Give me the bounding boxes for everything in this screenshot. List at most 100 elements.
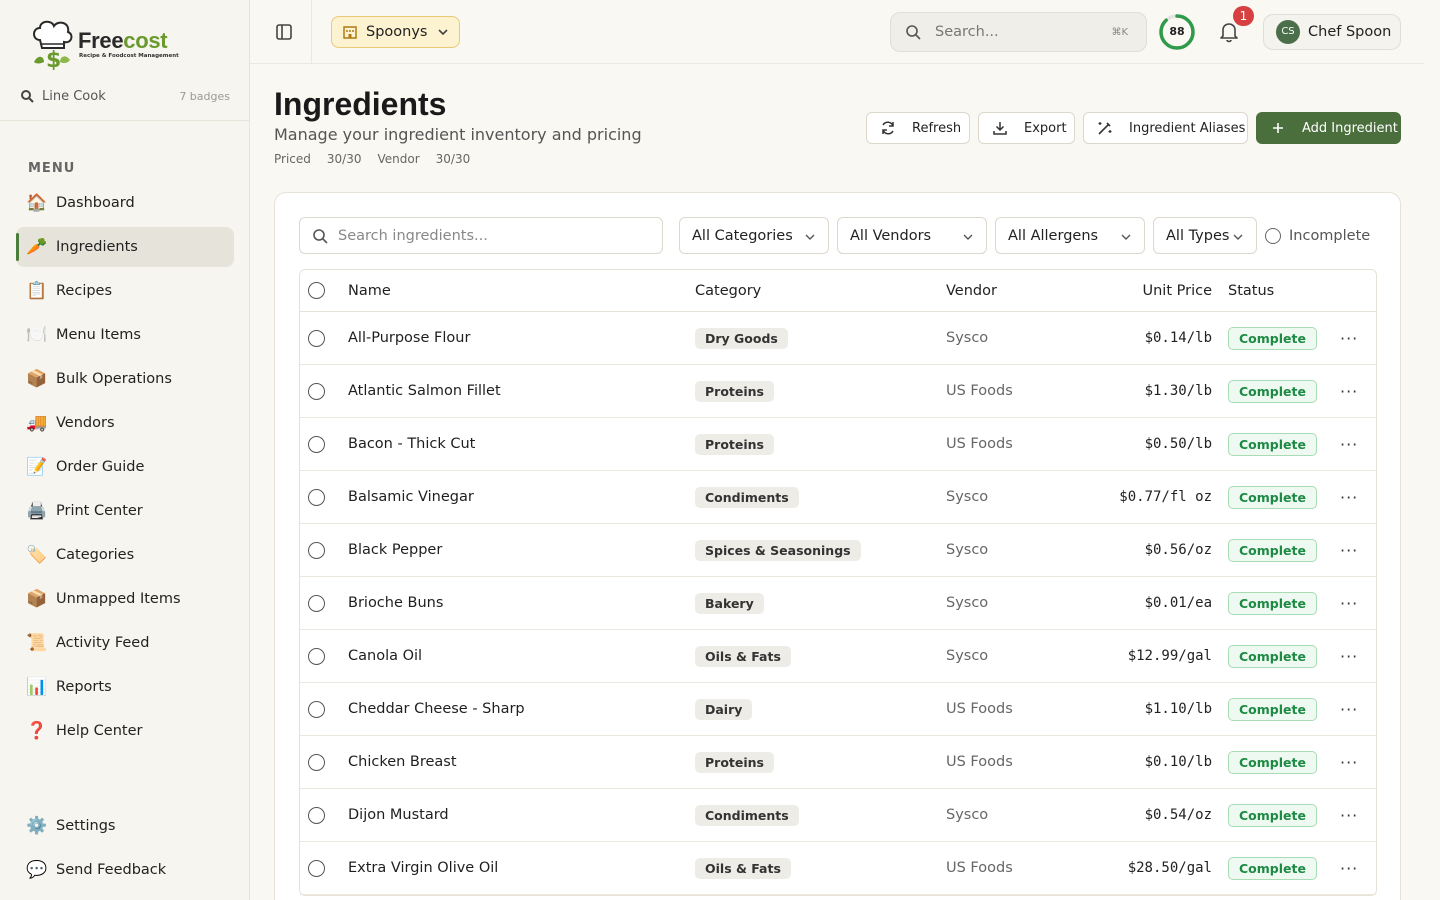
- badge-count: 7 badges: [179, 89, 230, 103]
- refresh-button[interactable]: Refresh: [866, 112, 970, 144]
- more-icon[interactable]: ···: [1340, 471, 1358, 523]
- sidebar-divider: [0, 120, 249, 121]
- sidebar-toggle-button[interactable]: [272, 20, 296, 44]
- row-checkbox[interactable]: [308, 753, 325, 771]
- row-checkbox[interactable]: [308, 859, 325, 877]
- user-name: Chef Spoon: [1308, 24, 1392, 40]
- category-badge: Condiments: [695, 486, 799, 508]
- category-filter[interactable]: All Categories: [679, 217, 829, 254]
- sidebar-item-activity-feed[interactable]: 📜 Activity Feed: [16, 623, 234, 663]
- col-status[interactable]: Status: [1228, 270, 1274, 311]
- sidebar-item-help-center[interactable]: ❓ Help Center: [16, 711, 234, 751]
- col-unit-price[interactable]: Unit Price: [1100, 270, 1213, 311]
- ingredient-name: Chicken Breast: [348, 754, 457, 770]
- more-icon[interactable]: ···: [1340, 842, 1358, 894]
- freecost-logo[interactable]: $ Freecost Recipe & Foodcost Management: [30, 18, 180, 70]
- row-checkbox[interactable]: [308, 700, 325, 718]
- more-icon[interactable]: ···: [1340, 683, 1358, 735]
- sidebar-item-print-center[interactable]: 🖨️ Print Center: [16, 491, 234, 531]
- table-row[interactable]: Cheddar Cheese - Sharp Dairy US Foods $1.10…: [300, 683, 1376, 736]
- type-filter[interactable]: All Types: [1153, 217, 1257, 254]
- table-row[interactable]: Atlantic Salmon Fillet Proteins US Foods $1…: [300, 365, 1376, 418]
- ingredient-search-input[interactable]: Search ingredients...: [299, 217, 663, 254]
- col-category[interactable]: Category: [695, 270, 761, 311]
- ingredient-name: Dijon Mustard: [348, 807, 449, 823]
- table-row[interactable]: Brioche Buns Bakery Sysco $0.01/ea Complete ·…: [300, 577, 1376, 630]
- row-select-cell: [308, 630, 325, 682]
- more-icon[interactable]: ···: [1340, 524, 1358, 576]
- sidebar-item-menu-items[interactable]: 🍽️ Menu Items: [16, 315, 234, 355]
- user-menu-button[interactable]: CS Chef Spoon: [1263, 14, 1401, 50]
- category-cell: Dry Goods: [695, 312, 788, 364]
- ingredient-aliases-button[interactable]: Ingredient Aliases: [1083, 112, 1248, 144]
- row-checkbox[interactable]: [308, 435, 325, 453]
- category-badge: Proteins: [695, 751, 774, 773]
- chevron-down-icon: [1121, 234, 1131, 240]
- aliases-label: Ingredient Aliases: [1129, 120, 1246, 136]
- table-row[interactable]: Bacon - Thick Cut Proteins US Foods $0.50/l…: [300, 418, 1376, 471]
- incomplete-checkbox[interactable]: [1265, 227, 1281, 244]
- sidebar-item-recipes[interactable]: 📋 Recipes: [16, 271, 234, 311]
- table-row[interactable]: Chicken Breast Proteins US Foods $0.10/lb Co…: [300, 736, 1376, 789]
- more-icon[interactable]: ···: [1340, 789, 1358, 841]
- export-button[interactable]: Export: [978, 112, 1075, 144]
- row-checkbox[interactable]: [308, 488, 325, 506]
- row-select-cell: [308, 736, 325, 788]
- vendor-name: Sysco: [946, 489, 989, 505]
- row-checkbox[interactable]: [308, 647, 325, 665]
- dashboard-icon: 🏠: [26, 193, 48, 213]
- sidebar-bottom-nav: ⚙️ Settings 💬 Send Feedback: [16, 806, 234, 894]
- row-checkbox[interactable]: [308, 541, 325, 559]
- score-ring[interactable]: 88: [1158, 13, 1196, 51]
- more-icon[interactable]: ···: [1340, 736, 1358, 788]
- search-placeholder: Search...: [935, 24, 999, 40]
- row-checkbox[interactable]: [308, 594, 325, 612]
- sidebar-item-reports[interactable]: 📊 Reports: [16, 667, 234, 707]
- sidebar-item-unmapped-items[interactable]: 📦 Unmapped Items: [16, 579, 234, 619]
- allergen-filter[interactable]: All Allergens: [995, 217, 1145, 254]
- sidebar-item-dashboard[interactable]: 🏠 Dashboard: [16, 183, 234, 223]
- unit-price: $0.56/oz: [1144, 542, 1212, 558]
- table-row[interactable]: Balsamic Vinegar Condiments Sysco $0.77/fl …: [300, 471, 1376, 524]
- more-icon[interactable]: ···: [1340, 577, 1358, 629]
- row-select-cell: [308, 577, 325, 629]
- table-row[interactable]: Dijon Mustard Condiments Sysco $0.54/oz Comp…: [300, 789, 1376, 842]
- sidebar-item-label: Order Guide: [56, 459, 145, 475]
- location-selector[interactable]: Spoonys: [331, 16, 460, 48]
- vendor-filter[interactable]: All Vendors: [837, 217, 987, 254]
- sidebar-item-send-feedback[interactable]: 💬 Send Feedback: [16, 850, 234, 890]
- col-vendor[interactable]: Vendor: [946, 270, 997, 311]
- row-checkbox[interactable]: [308, 806, 325, 824]
- page-title: Ingredients: [274, 86, 447, 122]
- category-badge: Oils & Fats: [695, 857, 791, 879]
- more-icon[interactable]: ···: [1340, 365, 1358, 417]
- more-icon[interactable]: ···: [1340, 418, 1358, 470]
- incomplete-toggle[interactable]: Incomplete: [1265, 217, 1370, 254]
- sidebar-item-vendors[interactable]: 🚚 Vendors: [16, 403, 234, 443]
- table-row[interactable]: Extra Virgin Olive Oil Oils & Fats US Food…: [300, 842, 1376, 895]
- table-row[interactable]: Canola Oil Oils & Fats Sysco $12.99/gal Comp…: [300, 630, 1376, 683]
- row-checkbox[interactable]: [308, 382, 325, 400]
- vendor-name: US Foods: [946, 436, 1013, 452]
- sidebar-item-order-guide[interactable]: 📝 Order Guide: [16, 447, 234, 487]
- col-name[interactable]: Name: [348, 270, 391, 311]
- table-row[interactable]: Black Pepper Spices & Seasonings Sysco $0.5…: [300, 524, 1376, 577]
- sidebar-item-categories[interactable]: 🏷️ Categories: [16, 535, 234, 575]
- category-badge: Condiments: [695, 804, 799, 826]
- table-row[interactable]: All-Purpose Flour Dry Goods Sysco $0.14/lb C…: [300, 312, 1376, 365]
- sidebar-item-ingredients[interactable]: 🥕 Ingredients: [16, 227, 234, 267]
- more-icon[interactable]: ···: [1340, 312, 1358, 364]
- type-filter-value: All Types: [1166, 227, 1230, 244]
- vendor-filter-value: All Vendors: [850, 227, 932, 244]
- more-icon[interactable]: ···: [1340, 630, 1358, 682]
- add-ingredient-button[interactable]: Add Ingredient: [1256, 112, 1401, 144]
- sidebar-item-bulk-operations[interactable]: 📦 Bulk Operations: [16, 359, 234, 399]
- row-checkbox[interactable]: [308, 329, 325, 347]
- rank-row[interactable]: Line Cook 7 badges: [20, 86, 230, 106]
- status-cell: Complete: [1228, 418, 1317, 470]
- unit-price: $1.30/lb: [1144, 383, 1212, 399]
- ingredients-card: Search ingredients... All Categories All…: [274, 192, 1401, 900]
- global-search-input[interactable]: Search... ⌘K: [890, 12, 1147, 52]
- select-all-checkbox[interactable]: [308, 282, 325, 299]
- sidebar-item-settings[interactable]: ⚙️ Settings: [16, 806, 234, 846]
